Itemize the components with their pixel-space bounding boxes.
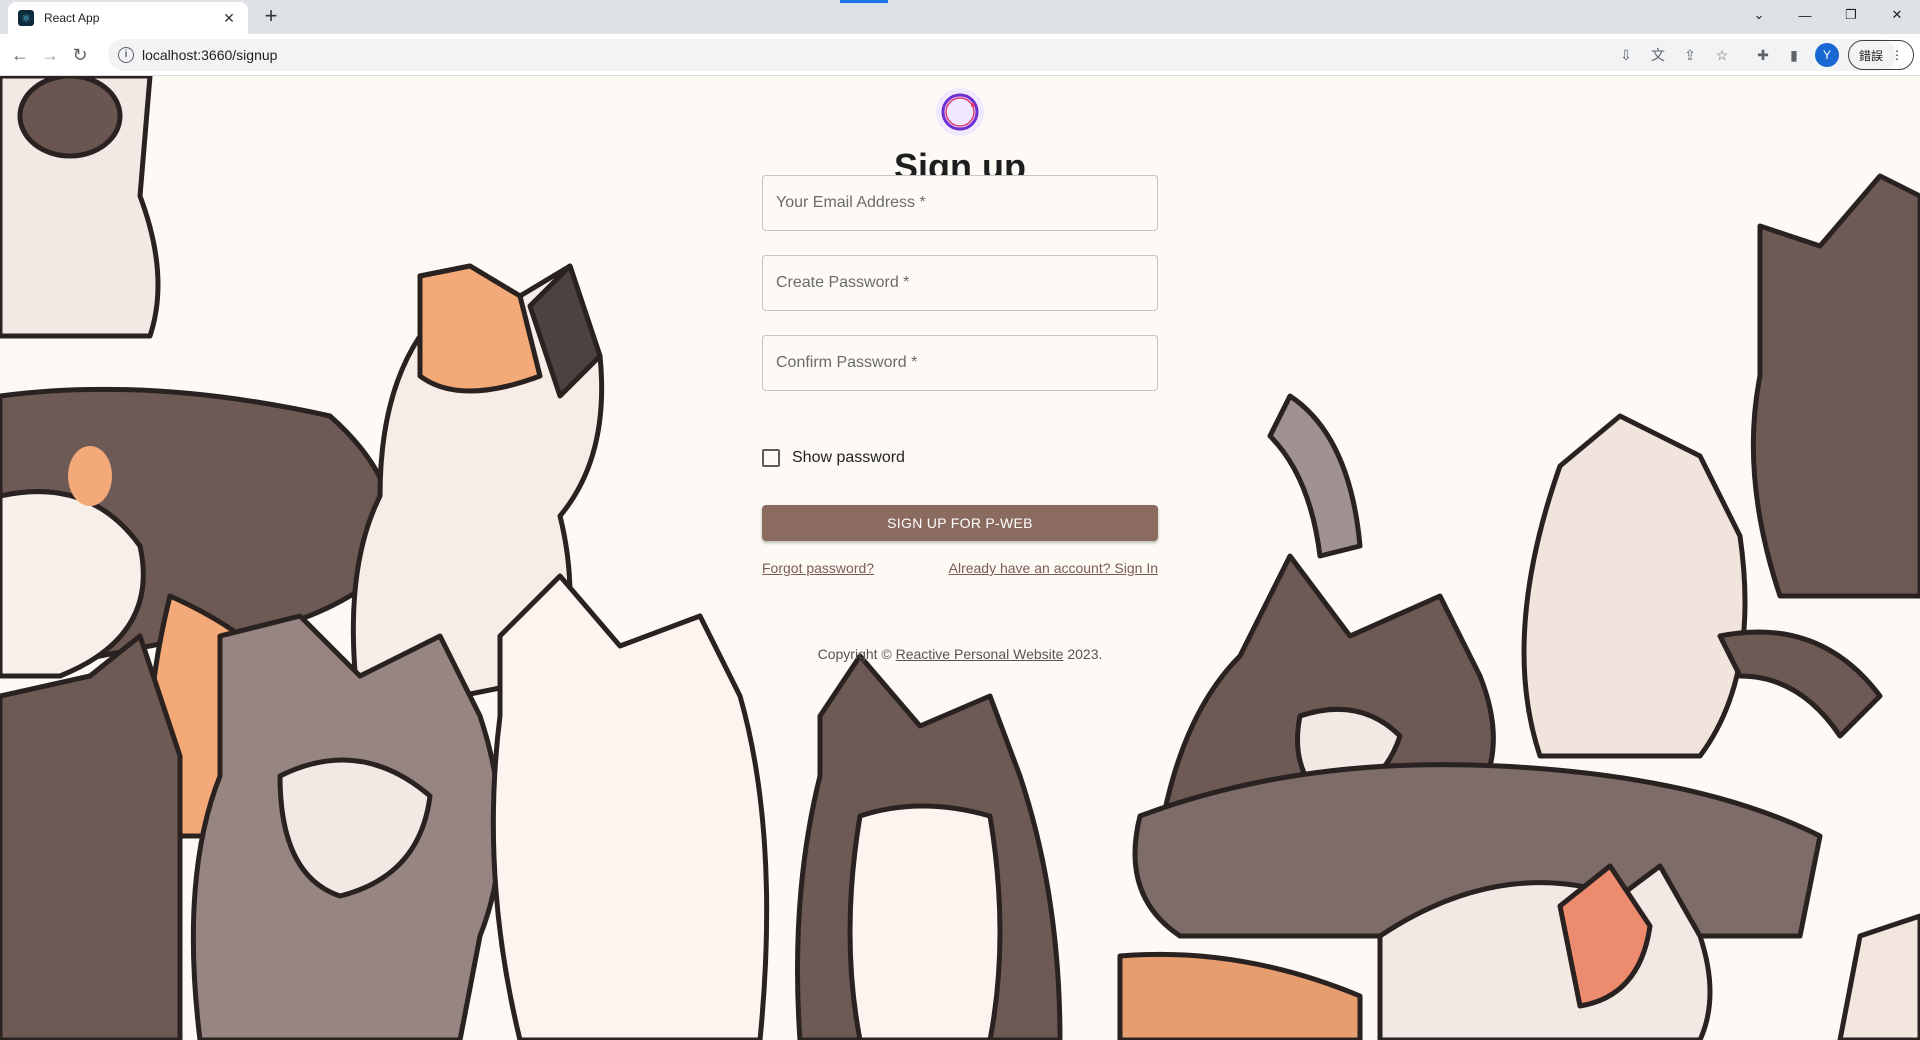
logo-ring-icon [941, 93, 979, 131]
show-password-label[interactable]: Show password [792, 449, 905, 467]
profile-avatar[interactable]: Y [1815, 43, 1839, 67]
site-info-icon[interactable]: i [118, 47, 134, 63]
address-bar[interactable]: i localhost:3660/signup ⇩ 文 ⇪ ☆ [108, 39, 1896, 71]
app-logo [936, 88, 984, 136]
update-label: 錯誤 [1858, 48, 1883, 63]
sign-in-link[interactable]: Already have an account? Sign In [949, 560, 1158, 576]
tab-title: React App [44, 11, 100, 25]
email-field[interactable] [762, 175, 1158, 231]
bookmark-star-icon[interactable]: ☆ [1712, 45, 1732, 65]
menu-dots-icon: ⋮ [1890, 48, 1903, 62]
signup-submit-button[interactable]: SIGN UP FOR P-WEB [762, 505, 1158, 541]
confirm-password-input[interactable] [763, 336, 1157, 390]
browser-toolbar: ← → ↻ i localhost:3660/signup ⇩ 文 ⇪ ☆ ✚ … [0, 34, 1920, 76]
close-window-icon[interactable]: ✕ [1874, 0, 1920, 30]
tab-close-icon[interactable]: ✕ [220, 10, 238, 27]
email-input[interactable] [763, 176, 1157, 230]
browser-tab[interactable]: ⚛ React App ✕ [8, 2, 248, 34]
create-password-input[interactable] [763, 256, 1157, 310]
website-link[interactable]: Reactive Personal Website [896, 646, 1064, 662]
create-password-field[interactable] [762, 255, 1158, 311]
copyright-prefix: Copyright © [817, 646, 896, 662]
show-password-checkbox[interactable] [762, 449, 780, 467]
back-icon[interactable]: ← [6, 41, 34, 69]
reload-icon[interactable]: ↻ [66, 41, 94, 69]
forgot-password-link[interactable]: Forgot password? [762, 560, 874, 576]
copyright-year: 2023. [1063, 646, 1103, 662]
extensions-icon[interactable]: ✚ [1753, 45, 1773, 65]
install-app-icon[interactable]: ⇩ [1616, 45, 1636, 65]
url-text[interactable]: localhost:3660/signup [142, 47, 277, 63]
show-password-toggle[interactable]: Show password [762, 449, 905, 467]
restore-icon[interactable]: ❐ [1828, 0, 1874, 30]
new-tab-button[interactable]: + [258, 4, 284, 30]
loading-indicator [840, 0, 888, 3]
tab-search-icon[interactable]: ⌄ [1736, 0, 1782, 30]
browser-tab-bar: ⚛ React App ✕ + ⌄ — ❐ ✕ [0, 0, 1920, 34]
react-favicon-icon: ⚛ [18, 10, 34, 26]
copyright-footer: Copyright © Reactive Personal Website 20… [762, 646, 1158, 662]
page-content: Sign up Show password SIGN UP FOR P-WEB … [0, 76, 1920, 1040]
forward-icon[interactable]: → [36, 41, 64, 69]
confirm-password-field[interactable] [762, 335, 1158, 391]
window-controls: ⌄ — ❐ ✕ [1736, 0, 1920, 30]
side-panel-icon[interactable]: ▮ [1784, 45, 1804, 65]
translate-icon[interactable]: 文 [1648, 45, 1668, 65]
minimize-icon[interactable]: — [1782, 0, 1828, 30]
share-icon[interactable]: ⇪ [1680, 45, 1700, 65]
update-button[interactable]: 錯誤 ⋮ [1848, 40, 1914, 70]
